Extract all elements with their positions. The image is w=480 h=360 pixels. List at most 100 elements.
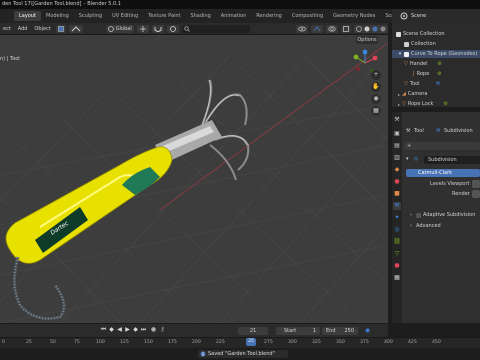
constraints-icon[interactable]: ⛓ bbox=[393, 238, 401, 246]
current-frame-marker[interactable]: 25 bbox=[246, 338, 256, 346]
outliner-row-rope[interactable]: ∫ Rope ⚙ bbox=[392, 70, 480, 78]
viewport-info-label: n) | Tool bbox=[0, 56, 20, 62]
visibility-toggle[interactable] bbox=[296, 24, 308, 33]
status-bar: Saved "Garden Tool.blend" bbox=[0, 348, 480, 360]
tab-layout[interactable]: Layout bbox=[14, 11, 41, 21]
collapse-chevron-icon[interactable]: ▸ bbox=[398, 102, 400, 107]
outliner-row-tool[interactable]: ▽ Tool ⚒ bbox=[392, 80, 480, 88]
menu-select[interactable]: ect bbox=[1, 26, 13, 32]
modifier-name-field[interactable]: Subdivision bbox=[424, 156, 480, 164]
zoom-icon[interactable]: + bbox=[371, 70, 381, 80]
outliner-row-label: Collection bbox=[411, 41, 436, 47]
outliner-row-curve-to-rope[interactable]: ▾ Curve To Rope (Geonodes) bbox=[392, 50, 480, 58]
grid-view-icon[interactable]: ▦ bbox=[371, 106, 381, 116]
tab-uv-editing[interactable]: UV Editing bbox=[107, 11, 143, 21]
data-icon[interactable]: ▽ bbox=[393, 250, 401, 258]
catmull-clark-label: Catmull-Clark bbox=[418, 170, 453, 176]
tab-modeling[interactable]: Modeling bbox=[41, 11, 74, 21]
keying-set-icon[interactable]: ⚷ bbox=[159, 326, 166, 333]
record-icon[interactable]: ● bbox=[150, 326, 157, 333]
shading-modes[interactable] bbox=[354, 24, 388, 33]
orientation-dropdown[interactable]: Global bbox=[105, 24, 134, 33]
snapping-button[interactable] bbox=[151, 24, 164, 33]
outliner-row-handel[interactable]: ▽ Handel ⚙ bbox=[392, 60, 480, 68]
world-icon[interactable]: ● bbox=[393, 178, 401, 186]
collapse-chevron-icon[interactable]: ▾ bbox=[398, 51, 402, 57]
outliner-row-scene-collection[interactable]: Scene Collection bbox=[392, 30, 480, 38]
gizmo-toggle[interactable] bbox=[311, 24, 323, 33]
advanced-label: Advanced bbox=[416, 223, 441, 229]
material-icon[interactable]: ● bbox=[393, 262, 401, 270]
object-properties-icon[interactable]: ■ bbox=[393, 190, 401, 198]
adaptive-checkbox[interactable] bbox=[416, 213, 421, 218]
3d-viewport[interactable]: Dartec n) | Tool Options + ✋ ◉ ▦ bbox=[0, 35, 388, 323]
search-field[interactable] bbox=[181, 24, 250, 33]
prev-keyframe-icon[interactable]: ◆ bbox=[108, 326, 115, 334]
snap-toggle[interactable] bbox=[68, 24, 83, 33]
adaptive-chevron-icon[interactable]: › bbox=[410, 212, 412, 218]
advanced-chevron-icon[interactable]: › bbox=[410, 223, 412, 229]
tool-settings-icon[interactable]: ⚒ bbox=[393, 116, 401, 124]
frame-ruler[interactable]: 0 25 50 75 100 125 150 175 200 225 25 27… bbox=[0, 337, 480, 348]
eye-icon bbox=[298, 26, 306, 31]
material-shading-icon bbox=[372, 26, 378, 31]
wrench-icon[interactable]: ⚒ bbox=[436, 81, 440, 87]
levels-viewport-field[interactable] bbox=[472, 180, 480, 188]
tab-rendering[interactable]: Rendering bbox=[251, 11, 287, 21]
proportional-editing[interactable] bbox=[166, 24, 179, 33]
catmull-clark-button[interactable]: Catmull-Clark bbox=[406, 169, 480, 177]
transform-pivot[interactable] bbox=[136, 24, 149, 33]
camera-view-icon[interactable]: ◉ bbox=[371, 94, 381, 104]
tab-shading[interactable]: Shading bbox=[185, 11, 215, 21]
expand-chevron-icon[interactable]: ▾ bbox=[406, 156, 409, 162]
menu-object[interactable]: Object bbox=[32, 26, 52, 32]
render-icon[interactable]: ▣ bbox=[393, 130, 401, 138]
modifier-icon[interactable]: ⚙ bbox=[438, 61, 442, 67]
geonodes-icon[interactable]: ⚙ bbox=[437, 71, 441, 77]
timeline-settings-icon[interactable]: ◉ bbox=[364, 327, 371, 334]
tab-animation[interactable]: Animation bbox=[216, 11, 252, 21]
scene-selector[interactable]: Scene bbox=[392, 9, 480, 23]
xray-toggle[interactable] bbox=[341, 24, 351, 33]
view-layer-icon[interactable]: ▥ bbox=[393, 154, 401, 162]
pivot-button[interactable] bbox=[55, 24, 66, 33]
output-icon[interactable]: ▤ bbox=[393, 142, 401, 150]
gizmo-x-icon[interactable] bbox=[372, 55, 378, 61]
add-modifier-bar[interactable]: + bbox=[404, 142, 480, 150]
menu-add[interactable]: Add bbox=[16, 26, 30, 32]
physics-icon[interactable]: ◎ bbox=[393, 226, 401, 234]
options-button[interactable]: Options bbox=[356, 36, 378, 44]
render-levels-field[interactable] bbox=[472, 190, 480, 198]
overlay-toggle[interactable] bbox=[326, 24, 338, 33]
collapse-chevron-icon[interactable]: ▸ bbox=[398, 92, 400, 97]
jump-end-icon[interactable]: ⏭ bbox=[140, 326, 147, 334]
next-keyframe-icon[interactable]: ◆ bbox=[132, 326, 139, 334]
hand-icon[interactable]: ✋ bbox=[371, 82, 381, 92]
outliner-row-camera[interactable]: ▸ ◢ Camera bbox=[392, 90, 480, 98]
tab-geometry-nodes[interactable]: Geometry Nodes bbox=[328, 11, 380, 21]
modifier-properties-icon[interactable]: ⚒ bbox=[393, 202, 401, 210]
viewport-nav-buttons: + ✋ ◉ ▦ bbox=[371, 70, 383, 116]
play-reverse-icon[interactable]: ◀ bbox=[116, 326, 123, 334]
gizmo-z-icon[interactable] bbox=[362, 49, 368, 55]
texture-icon[interactable]: ▦ bbox=[393, 274, 401, 282]
end-frame-field[interactable]: End 250 bbox=[322, 327, 358, 335]
play-icon[interactable]: ▶ bbox=[124, 326, 131, 334]
tab-compositing[interactable]: Compositing bbox=[287, 11, 328, 21]
current-frame-field[interactable]: 21 bbox=[238, 327, 268, 335]
scene-properties-icon[interactable]: ◆ bbox=[393, 166, 401, 174]
gizmo-y-icon[interactable] bbox=[353, 54, 359, 60]
start-frame-field[interactable]: Start 1 bbox=[276, 327, 320, 335]
jump-start-icon[interactable]: ⏮ bbox=[100, 326, 107, 334]
collection-icon bbox=[404, 41, 409, 47]
floor-grid bbox=[0, 35, 388, 323]
tab-texture-paint[interactable]: Texture Paint bbox=[143, 11, 185, 21]
particles-icon[interactable]: ✦ bbox=[393, 214, 401, 222]
outliner-row-label: Rope bbox=[416, 71, 430, 77]
outliner-row-collection[interactable]: Collection bbox=[392, 40, 480, 48]
outliner-row-rope-lock[interactable]: ▸ ▽ Rope Lock ⚙ bbox=[392, 100, 480, 108]
tab-sculpting[interactable]: Sculpting bbox=[74, 11, 107, 21]
end-value: 250 bbox=[344, 328, 354, 334]
modifier-icon[interactable]: ⚙ bbox=[443, 101, 447, 107]
gizmo-neg-x-icon[interactable] bbox=[356, 67, 360, 71]
